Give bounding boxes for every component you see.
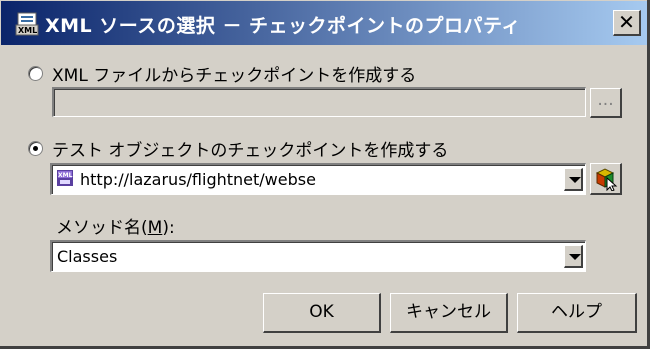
method-name-value: Classes (57, 247, 118, 266)
xml-document-icon: XML (15, 12, 39, 36)
chevron-down-icon (569, 177, 581, 183)
radio-from-test-object-label[interactable]: テスト オブジェクトのチェックポイントを作成する (52, 136, 448, 161)
cancel-button[interactable]: キャンセル (390, 293, 508, 333)
method-name-dropdown-button[interactable] (564, 245, 583, 268)
test-object-dropdown-button[interactable] (564, 168, 583, 191)
title-bar[interactable]: XML XML ソースの選択 － チェックポイントのプロパティ ✕ (1, 1, 647, 45)
close-icon: ✕ (618, 10, 635, 34)
radio-selected-dot (33, 146, 38, 151)
dialog-title: XML ソースの選択 － チェックポイントのプロパティ (45, 15, 521, 37)
method-name-label: メソッド名(M): (56, 218, 175, 238)
object-spy-button[interactable] (590, 163, 622, 195)
radio-from-xml-file[interactable] (28, 66, 43, 81)
browse-label: ... (597, 90, 614, 110)
object-spy-pointer-icon (595, 168, 618, 191)
cancel-button-label: キャンセル (406, 302, 491, 322)
ok-button[interactable]: OK (263, 293, 381, 333)
xml-object-icon: XML (57, 170, 73, 186)
help-button-label: ヘルプ (551, 302, 602, 322)
close-button[interactable]: ✕ (613, 10, 641, 36)
xml-file-path-input[interactable] (52, 87, 586, 117)
radio-from-test-object[interactable] (28, 141, 43, 156)
svg-text:XML: XML (58, 172, 73, 179)
properties-dialog: XML XML ソースの選択 － チェックポイントのプロパティ ✕ XML ファ… (0, 0, 650, 349)
radio-from-xml-file-label[interactable]: XML ファイルからチェックポイントを作成する (52, 61, 416, 86)
svg-text:XML: XML (18, 26, 37, 35)
method-name-combobox[interactable]: Classes (50, 240, 586, 272)
test-object-combobox[interactable]: XML http://lazarus/flightnet/webse (50, 163, 586, 195)
browse-button[interactable]: ... (590, 88, 622, 118)
chevron-down-icon (569, 254, 581, 260)
help-button[interactable]: ヘルプ (517, 293, 637, 333)
test-object-value: http://lazarus/flightnet/webse (80, 170, 316, 189)
ok-button-label: OK (309, 302, 334, 322)
